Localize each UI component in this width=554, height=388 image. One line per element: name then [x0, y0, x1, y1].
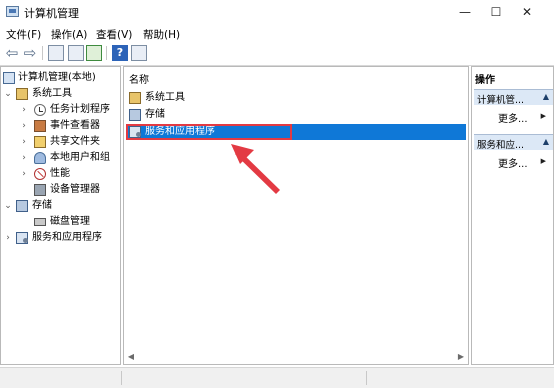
chevron-right-icon[interactable]: › [19, 102, 29, 118]
action-section-title: 服务和应... [477, 140, 525, 151]
back-icon[interactable]: ⇦ [4, 45, 20, 61]
submenu-arrow-icon: ▶ [540, 157, 546, 165]
tree-item-label: 任务计划程序 [50, 104, 110, 115]
scroll-left-icon[interactable]: ◀ [126, 352, 136, 362]
status-divider [366, 371, 367, 385]
tree-item-label: 事件查看器 [50, 120, 100, 131]
chevron-right-icon[interactable]: › [3, 230, 13, 246]
list-item-label: 存储 [145, 109, 165, 120]
show-hide-tree-icon[interactable] [48, 45, 64, 61]
tree-item-label: 存储 [32, 200, 52, 211]
scroll-right-icon[interactable]: ▶ [456, 352, 466, 362]
action-more[interactable]: 更多... [498, 110, 528, 125]
collapse-icon[interactable]: ▲ [543, 92, 549, 101]
menu-action[interactable]: 操作(A) [51, 27, 87, 42]
list-item-label: 系统工具 [145, 92, 185, 103]
chevron-right-icon[interactable]: › [19, 150, 29, 166]
status-bar [0, 367, 554, 388]
help-icon[interactable]: ? [112, 45, 128, 61]
list-item-storage[interactable]: 存储 [128, 107, 466, 123]
tools-icon [16, 88, 28, 100]
annotation-highlight-box [126, 124, 292, 140]
computer-icon [3, 72, 15, 84]
tree-item-label: 磁盘管理 [50, 216, 90, 227]
action-section-computer-management[interactable]: 计算机管... ▲ [474, 89, 553, 106]
performance-icon [34, 168, 46, 180]
tools-icon [129, 92, 141, 104]
title-bar: 计算机管理 — ☐ ✕ [0, 0, 554, 24]
export-list-icon[interactable] [86, 45, 102, 61]
list-item-system-tools[interactable]: 系统工具 [128, 90, 466, 106]
navigation-tree: 计算机管理(本地) ⌄ 系统工具 › 任务计划程序 › 事件查看器 › 共享文件… [0, 66, 121, 365]
device-manager-icon [34, 184, 46, 196]
chevron-down-icon[interactable]: ⌄ [3, 198, 13, 214]
tree-item-label: 设备管理器 [50, 184, 100, 195]
computer-management-icon [6, 6, 19, 17]
action-pane: 操作 计算机管... ▲ 更多... ▶ 服务和应... ▲ 更多... ▶ [471, 66, 554, 365]
toolbar-separator [42, 46, 43, 60]
chevron-down-icon[interactable]: ⌄ [3, 86, 13, 102]
forward-icon[interactable]: ⇨ [22, 45, 38, 61]
chevron-right-icon[interactable]: › [19, 118, 29, 134]
maximize-button[interactable]: ☐ [483, 2, 509, 22]
toolbar: ⇦ ⇨ ? [0, 43, 554, 66]
window-title: 计算机管理 [24, 7, 79, 20]
chevron-right-icon[interactable]: › [19, 134, 29, 150]
menu-bar: 文件(F) 操作(A) 查看(V) 帮助(H) [0, 25, 554, 43]
column-header-name[interactable]: 名称 [129, 71, 149, 86]
tree-item-label: 本地用户和组 [50, 152, 110, 163]
menu-view[interactable]: 查看(V) [96, 27, 132, 42]
users-icon [34, 152, 46, 164]
menu-help[interactable]: 帮助(H) [143, 27, 180, 42]
shared-folder-icon [34, 136, 46, 148]
tree-item-label: 性能 [50, 168, 70, 179]
storage-icon [16, 200, 28, 212]
submenu-arrow-icon: ▶ [540, 112, 546, 120]
tree-item-label: 服务和应用程序 [32, 232, 102, 243]
tree-item-label: 系统工具 [32, 88, 72, 99]
services-icon [16, 232, 28, 244]
content-list: 名称 系统工具 存储 服务和应用程序 ◀ ▶ [123, 66, 469, 365]
status-divider [121, 371, 122, 385]
action-pane-header: 操作 [475, 75, 495, 86]
action-section-services-apps[interactable]: 服务和应... ▲ [474, 134, 553, 151]
menu-file[interactable]: 文件(F) [6, 27, 41, 42]
close-button[interactable]: ✕ [514, 2, 540, 22]
minimize-button[interactable]: — [452, 2, 478, 22]
chevron-right-icon[interactable]: › [19, 166, 29, 182]
toolbar-separator [106, 46, 107, 60]
tree-item-label: 共享文件夹 [50, 136, 100, 147]
action-more[interactable]: 更多... [498, 155, 528, 170]
event-viewer-icon [34, 120, 46, 132]
properties-icon[interactable] [68, 45, 84, 61]
task-scheduler-icon [34, 104, 46, 116]
action-section-title: 计算机管... [477, 95, 525, 106]
disk-icon [34, 218, 46, 226]
tree-item-label: 计算机管理(本地) [18, 72, 96, 83]
collapse-icon[interactable]: ▲ [543, 137, 549, 146]
storage-icon [129, 109, 141, 121]
horizontal-scrollbar[interactable]: ◀ ▶ [126, 352, 466, 362]
show-action-pane-icon[interactable] [131, 45, 147, 61]
